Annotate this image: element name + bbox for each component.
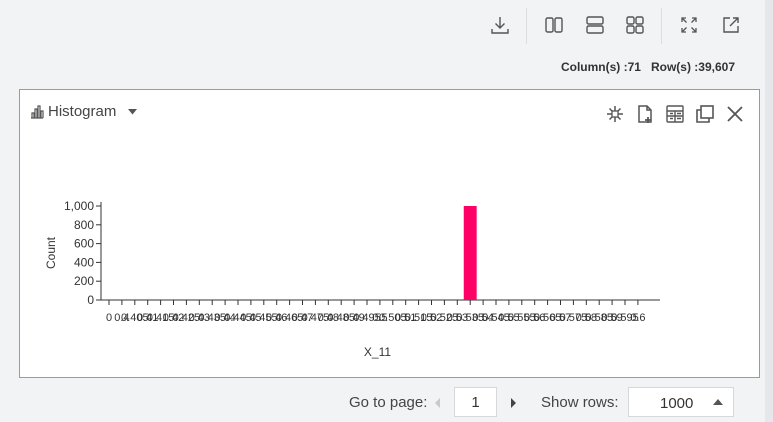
split-columns-icon[interactable] bbox=[541, 12, 567, 38]
histogram-panel: Histogram 0 200 400 600 800 1,000 0 0.4 0.405 0.4… bbox=[19, 89, 760, 378]
rows-per-page-select[interactable]: 1000 bbox=[628, 387, 734, 417]
grid-icon[interactable] bbox=[622, 12, 648, 38]
y-tick-label: 1,000 bbox=[64, 199, 94, 213]
table-dimensions: Column(s) :71 Row(s) :39,607 bbox=[561, 60, 735, 74]
histogram-bar bbox=[463, 206, 477, 300]
open-external-icon[interactable] bbox=[718, 12, 744, 38]
fullscreen-icon[interactable] bbox=[676, 12, 702, 38]
toolbar-divider bbox=[526, 8, 527, 44]
row-count: Row(s) :39,607 bbox=[650, 60, 735, 74]
scrollbar[interactable] bbox=[765, 0, 773, 422]
toolbar-divider bbox=[661, 8, 662, 44]
y-tick-label: 400 bbox=[74, 255, 94, 269]
show-rows-label: Show rows: bbox=[541, 394, 619, 411]
prev-page-icon[interactable] bbox=[434, 396, 442, 413]
goto-page-label: Go to page: bbox=[349, 394, 428, 411]
histogram-chart: 02004006008001,0000 0.40.4050.410.4150.42… bbox=[44, 199, 660, 359]
caret-up-icon bbox=[713, 399, 723, 405]
download-icon[interactable] bbox=[487, 12, 513, 38]
pagination-bar: Go to page: Show rows: 1000 bbox=[0, 386, 765, 422]
y-tick-label: 200 bbox=[74, 274, 94, 288]
y-tick-label: 0 bbox=[87, 293, 94, 307]
y-tick-label: 800 bbox=[74, 218, 94, 232]
page-number-input[interactable] bbox=[454, 387, 497, 417]
x-axis-title: X_11 bbox=[364, 345, 391, 359]
rows-per-page-value: 1000 bbox=[660, 395, 694, 412]
column-count: Column(s) :71 bbox=[560, 60, 641, 74]
split-rows-icon[interactable] bbox=[582, 12, 608, 38]
y-axis-title: Count bbox=[44, 236, 58, 269]
y-tick-label: 600 bbox=[74, 237, 94, 251]
next-page-icon[interactable] bbox=[509, 396, 517, 413]
x-tick-label: 0.6 bbox=[630, 312, 645, 324]
top-toolbar bbox=[0, 0, 765, 52]
x-tick-label: 0 bbox=[106, 312, 112, 324]
